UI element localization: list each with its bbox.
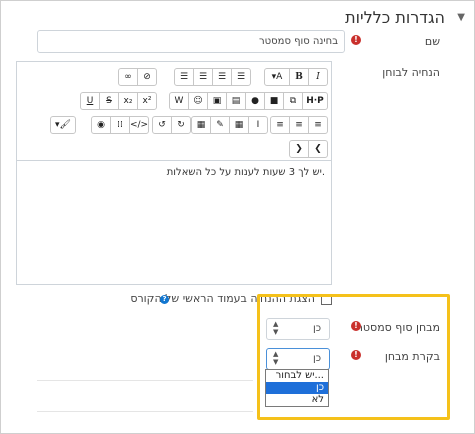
paintbrush-icon[interactable]: ▾🖌 [51, 117, 75, 133]
subscript-button[interactable]: x₂ [118, 93, 137, 109]
description-editor[interactable]: ▾A B I ☰ ☰ ☰ ☰ ∞ ⊘ W ☺ ▣ ▤ ● ■ ⧉ H·P U S… [16, 61, 332, 285]
align-right-icon[interactable]: ≡ [271, 117, 289, 133]
toolbar-group-extra: ◉ ⁞⁞ </> [91, 116, 149, 134]
edit-icon[interactable]: ✎ [210, 117, 229, 133]
divider [37, 411, 253, 412]
underline-button[interactable]: U [81, 93, 99, 109]
toolbar-group-paint: ▾🖌 [50, 116, 76, 134]
undo-icon[interactable]: ↺ [153, 117, 171, 133]
equation-icon[interactable]: ▦ [192, 117, 210, 133]
outdent-button[interactable]: ☰ [231, 69, 250, 85]
record-video-icon[interactable]: ■ [264, 93, 283, 109]
redo-icon[interactable]: ↻ [171, 117, 190, 133]
collapse-caret-icon[interactable]: ▼ [457, 12, 465, 23]
h5p-icon[interactable]: H·P [302, 93, 327, 109]
word-import-icon[interactable]: W [170, 93, 188, 109]
align-left-icon[interactable]: ≡ [308, 117, 327, 133]
font-size-button[interactable]: ▾A [265, 69, 289, 85]
unlink-icon[interactable]: ⊘ [137, 69, 156, 85]
bold-button[interactable]: B [289, 69, 308, 85]
align-center-icon[interactable]: ≡ [289, 117, 308, 133]
toolbar-group-tools: ▦ ✎ ▦ I [191, 116, 268, 134]
accessibility-icon[interactable]: ◉ [92, 117, 110, 133]
table-icon[interactable]: ▦ [229, 117, 248, 133]
description-label: הנחיה לבוחן [382, 66, 440, 79]
chevron-right-icon[interactable]: ❯ [290, 141, 308, 157]
emoji-icon[interactable]: ☺ [188, 93, 207, 109]
html-icon[interactable]: </> [129, 117, 148, 133]
strikethrough-button[interactable]: S [99, 93, 118, 109]
toolbar-group-nav: ❯ ❮ [289, 140, 328, 158]
toolbar-group-text: ▾A B I [264, 68, 328, 86]
toolbar-group-links: ∞ ⊘ [118, 68, 157, 86]
toolbar-group-align: ≡ ≡ ≡ [270, 116, 328, 134]
link-icon[interactable]: ∞ [119, 69, 137, 85]
required-icon: ! [351, 35, 361, 45]
screenreader-icon[interactable]: ⁞⁞ [110, 117, 129, 133]
toolbar-group-history: ↺ ↻ [152, 116, 191, 134]
image-icon[interactable]: ▣ [207, 93, 226, 109]
numbered-list-button[interactable]: ☰ [193, 69, 212, 85]
toolbar-group-media: W ☺ ▣ ▤ ● ■ ⧉ H·P [169, 92, 328, 110]
help-icon[interactable]: ? [160, 295, 169, 304]
italic-button[interactable]: I [308, 69, 327, 85]
media-icon[interactable]: ▤ [226, 93, 245, 109]
toolbar-group-format: U S x₂ x² [80, 92, 157, 110]
section-title[interactable]: הגדרות כלליות [345, 8, 445, 27]
superscript-button[interactable]: x² [137, 93, 156, 109]
record-audio-icon[interactable]: ● [245, 93, 264, 109]
bullet-list-button[interactable]: ☰ [175, 69, 193, 85]
indent-button[interactable]: ☰ [212, 69, 231, 85]
divider [37, 380, 253, 381]
name-input[interactable]: בחינה סוף סמסטר [37, 30, 345, 53]
editor-content[interactable]: יש לך 3 שעות לענות על כל השאלות. [17, 160, 331, 284]
chevron-left-icon[interactable]: ❮ [308, 141, 327, 157]
toolbar-group-lists: ☰ ☰ ☰ ☰ [174, 68, 251, 86]
copy-icon[interactable]: ⧉ [283, 93, 302, 109]
name-label: שם [424, 35, 440, 48]
highlight-box [257, 294, 450, 420]
clear-format-icon[interactable]: I [248, 117, 267, 133]
